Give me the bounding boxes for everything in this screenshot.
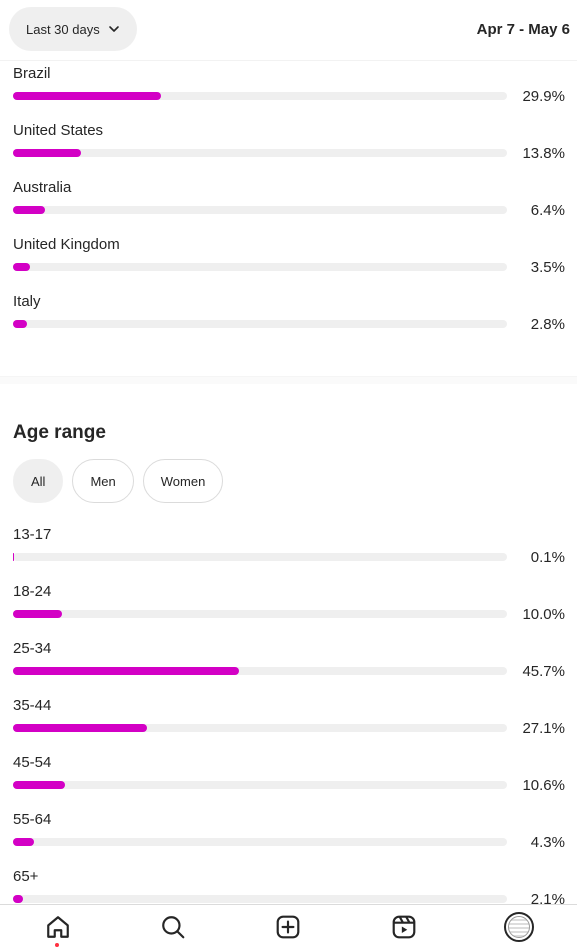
- country-label: Brazil: [13, 65, 51, 82]
- bar-fill: [13, 667, 239, 675]
- date-range-dropdown[interactable]: Last 30 days: [9, 7, 137, 51]
- bar-fill: [13, 206, 45, 214]
- bar-fill: [13, 149, 82, 157]
- notification-dot: [54, 943, 59, 947]
- country-label: United States: [13, 122, 104, 139]
- age-percentage: 27.1%: [522, 720, 565, 737]
- bar-fill: [13, 781, 66, 789]
- nav-profile[interactable]: [499, 907, 539, 947]
- bar-track: [13, 667, 507, 675]
- country-label: Australia: [13, 179, 72, 196]
- age-row: 13-17 0.1%: [0, 522, 577, 579]
- age-percentage: 2.1%: [530, 891, 565, 904]
- age-label: 13-17: [13, 526, 52, 543]
- age-row: 35-44 27.1%: [0, 693, 577, 750]
- chevron-down-icon: [108, 26, 119, 32]
- search-icon: [162, 916, 185, 939]
- country-percentage: 2.8%: [530, 316, 565, 333]
- age-percentage: 45.7%: [522, 663, 565, 680]
- age-label: 18-24: [13, 583, 52, 600]
- bar-fill: [13, 838, 35, 846]
- nav-home[interactable]: [38, 907, 78, 947]
- home-icon: [46, 916, 69, 938]
- age-row: 45-54 10.6%: [0, 750, 577, 807]
- country-row: Australia 6.4%: [0, 175, 577, 232]
- date-range-dropdown-label: Last 30 days: [26, 21, 100, 37]
- bar-track: [13, 263, 507, 271]
- bar-track: [13, 724, 507, 732]
- countries-list: Brazil 29.9% United States 13.8% Austral…: [0, 61, 577, 346]
- section-divider: [0, 376, 577, 384]
- country-percentage: 29.9%: [522, 88, 565, 105]
- country-row: Brazil 29.9%: [0, 61, 577, 118]
- age-percentage: 4.3%: [530, 834, 565, 851]
- reels-icon: [392, 915, 416, 939]
- profile-avatar: [504, 912, 535, 942]
- age-row: 18-24 10.0%: [0, 579, 577, 636]
- bar-fill: [13, 895, 24, 903]
- country-percentage: 3.5%: [530, 259, 565, 276]
- country-label: United Kingdom: [13, 236, 120, 253]
- bar-track: [13, 781, 507, 789]
- bar-fill: [13, 610, 63, 618]
- country-percentage: 13.8%: [522, 145, 565, 162]
- insights-content[interactable]: Brazil 29.9% United States 13.8% Austral…: [0, 61, 577, 904]
- bar-fill: [13, 724, 147, 732]
- top-bar: Last 30 days Apr 7 - May 6: [0, 0, 577, 61]
- bar-track: [13, 149, 507, 157]
- age-row: 65+ 2.1%: [0, 864, 577, 904]
- age-percentage: 10.0%: [522, 606, 565, 623]
- age-percentage: 10.6%: [522, 777, 565, 794]
- avatar-image: [508, 916, 531, 938]
- bar-track: [13, 320, 507, 328]
- age-row: 25-34 45.7%: [0, 636, 577, 693]
- country-row: United States 13.8%: [0, 118, 577, 175]
- filter-men-chip[interactable]: Men: [72, 459, 134, 503]
- bar-track: [13, 895, 507, 903]
- bar-track: [13, 610, 507, 618]
- age-range-list: 13-17 0.1% 18-24 10.0% 25-34 45.7% 35-44…: [0, 522, 577, 904]
- age-percentage: 0.1%: [530, 549, 565, 566]
- bottom-navigation: [0, 904, 577, 949]
- country-percentage: 6.4%: [530, 202, 565, 219]
- nav-reels[interactable]: [384, 907, 424, 947]
- nav-search[interactable]: [153, 907, 193, 947]
- bar-fill: [13, 263, 31, 271]
- bar-track: [13, 206, 507, 214]
- bar-track: [13, 92, 507, 100]
- country-row: Italy 2.8%: [0, 289, 577, 346]
- country-label: Italy: [13, 293, 41, 310]
- filter-all-chip[interactable]: All: [13, 459, 64, 503]
- age-label: 55-64: [13, 811, 52, 828]
- age-label: 65+: [13, 868, 39, 885]
- bar-fill: [13, 92, 161, 100]
- age-label: 45-54: [13, 754, 52, 771]
- age-range-title: Age range: [13, 422, 106, 443]
- filter-women-chip[interactable]: Women: [142, 459, 224, 503]
- date-range-text: Apr 7 - May 6: [476, 21, 570, 38]
- country-row: United Kingdom 3.5%: [0, 232, 577, 289]
- age-row: 55-64 4.3%: [0, 807, 577, 864]
- bar-fill: [13, 553, 14, 561]
- bar-track: [13, 838, 507, 846]
- bar-track: [13, 553, 507, 561]
- create-icon: [277, 915, 300, 939]
- nav-create[interactable]: [268, 907, 308, 947]
- age-label: 35-44: [13, 697, 52, 714]
- age-label: 25-34: [13, 640, 52, 657]
- gender-filter-group: All Men Women: [13, 459, 224, 503]
- bar-fill: [13, 320, 27, 328]
